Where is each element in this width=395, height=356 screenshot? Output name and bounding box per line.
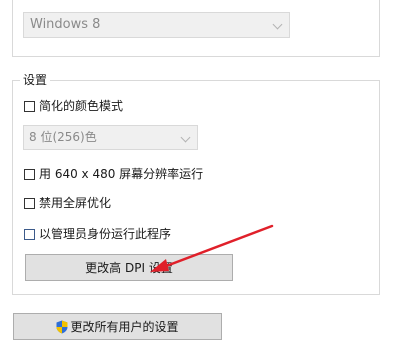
low-resolution-checkbox[interactable] (24, 168, 35, 180)
change-high-dpi-settings-button[interactable]: 更改高 DPI 设置 (25, 254, 233, 281)
change-high-dpi-settings-label: 更改高 DPI 设置 (85, 261, 173, 275)
settings-group-title: 设置 (20, 73, 51, 87)
color-depth-select[interactable]: 8 位(256)色 (23, 125, 198, 150)
os-version-select[interactable]: Windows 8 (23, 12, 290, 38)
change-settings-for-all-users-label: 更改所有用户的设置 (70, 320, 179, 334)
disable-fullscreen-optimization-option[interactable]: 禁用全屏优化 (24, 195, 111, 211)
change-settings-for-all-users-button[interactable]: 更改所有用户的设置 (13, 313, 222, 340)
low-resolution-option[interactable]: 用 640 x 480 屏幕分辨率运行 (24, 166, 203, 182)
disable-fullscreen-optimization-label: 禁用全屏优化 (39, 196, 112, 210)
reduced-color-mode-label: 简化的颜色模式 (39, 99, 124, 113)
uac-shield-icon (56, 320, 68, 333)
run-as-admin-label: 以管理员身份运行此程序 (39, 227, 172, 241)
run-as-admin-checkbox[interactable] (24, 228, 35, 240)
color-depth-value: 8 位(256)色 (29, 130, 97, 144)
disable-fullscreen-optimization-checkbox[interactable] (24, 197, 35, 209)
run-as-admin-option[interactable]: 以管理员身份运行此程序 (24, 226, 171, 242)
reduced-color-mode-option[interactable]: 简化的颜色模式 (24, 98, 123, 114)
os-version-value: Windows 8 (30, 17, 101, 32)
chevron-down-icon (180, 132, 191, 143)
chevron-down-icon (272, 19, 283, 30)
reduced-color-mode-checkbox[interactable] (24, 100, 35, 112)
compatibility-settings-panel: Windows 8 设置 简化的颜色模式 8 位(256)色 用 640 x 4… (0, 0, 395, 356)
low-resolution-label: 用 640 x 480 屏幕分辨率运行 (39, 167, 204, 181)
